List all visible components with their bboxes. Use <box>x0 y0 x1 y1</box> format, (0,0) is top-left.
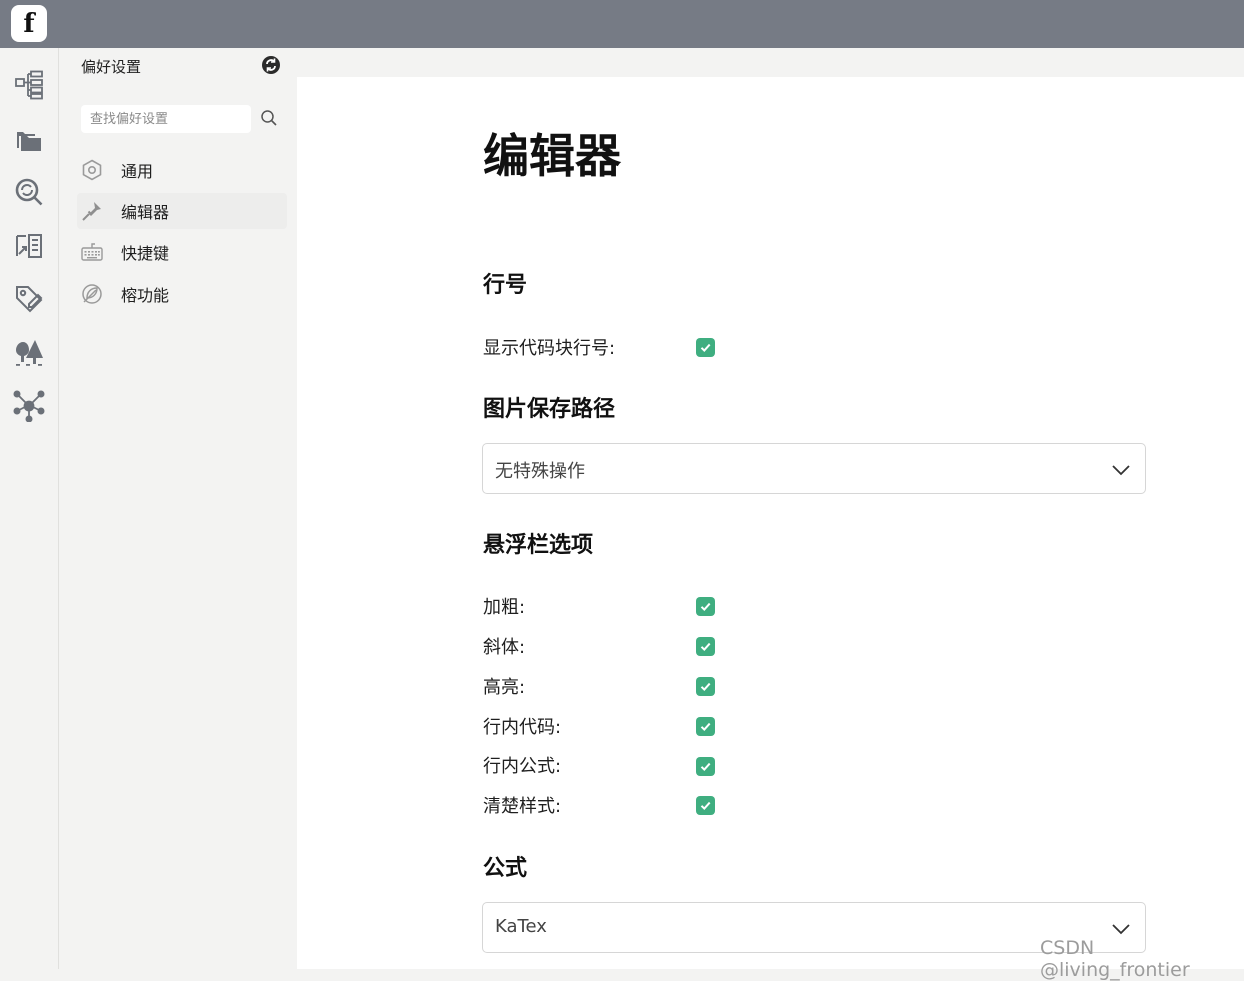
nav-item-label: 快捷键 <box>121 244 170 263</box>
inline-formula-checkbox[interactable] <box>696 757 715 776</box>
nav-item-rong-features[interactable]: 榕功能 <box>77 276 287 312</box>
watermark: CSDN @living_frontier <box>1040 937 1190 981</box>
inline-code-checkbox[interactable] <box>696 717 715 736</box>
check-icon <box>700 682 711 692</box>
page-title: 编辑器 <box>483 129 621 183</box>
nav-item-shortcuts[interactable]: 快捷键 <box>77 234 287 270</box>
sidebar-rail <box>0 48 59 969</box>
keyboard-icon <box>81 243 103 261</box>
option-label: 加粗: <box>483 597 526 618</box>
check-icon <box>700 801 711 811</box>
select-value: KaTex <box>495 916 547 937</box>
app-titlebar: f <box>0 0 1244 48</box>
section-title-line-numbers: 行号 <box>483 273 528 298</box>
option-label: 行内公式: <box>483 756 562 777</box>
check-icon <box>700 343 711 353</box>
section-title-image-path: 图片保存路径 <box>483 397 616 422</box>
pen-nib-icon <box>82 202 101 221</box>
option-label: 行内代码: <box>483 717 562 738</box>
option-label: 斜体: <box>483 637 526 658</box>
option-label: 清楚样式: <box>483 796 562 817</box>
nav-item-editor[interactable]: 编辑器 <box>77 193 287 229</box>
highlight-checkbox[interactable] <box>696 677 715 696</box>
option-label: 显示代码块行号: <box>483 338 616 359</box>
show-code-line-numbers-checkbox[interactable] <box>696 338 715 357</box>
nav-item-label: 榕功能 <box>121 286 170 305</box>
bold-checkbox[interactable] <box>696 597 715 616</box>
document-list-icon[interactable] <box>12 229 46 263</box>
app-logo-letter: f <box>23 8 35 39</box>
hexagon-gear-icon <box>82 159 102 181</box>
editor-settings-content: 编辑器 行号 显示代码块行号: 图片保存路径 无特殊操作 悬浮栏选项 加粗: 斜… <box>297 77 1244 969</box>
italic-checkbox[interactable] <box>696 637 715 656</box>
search-sync-icon[interactable] <box>12 175 46 209</box>
tag-edit-icon[interactable] <box>12 282 46 316</box>
chevron-down-icon <box>1112 924 1130 935</box>
chevron-down-icon <box>1112 465 1130 476</box>
graph-network-icon[interactable] <box>12 389 46 423</box>
nav-item-label: 编辑器 <box>121 203 170 222</box>
check-icon <box>700 762 711 772</box>
nav-item-label: 通用 <box>121 162 154 181</box>
clear-style-checkbox[interactable] <box>696 796 715 815</box>
compass-leaf-icon <box>82 284 102 304</box>
check-icon <box>700 602 711 612</box>
preferences-search-input[interactable] <box>81 105 251 133</box>
content-header-strip <box>297 48 1244 77</box>
search-icon[interactable] <box>260 109 278 127</box>
section-title-formula: 公式 <box>483 856 528 881</box>
check-icon <box>700 722 711 732</box>
reset-icon[interactable] <box>261 55 281 75</box>
option-label: 高亮: <box>483 677 526 698</box>
preferences-panel: 偏好设置 通用 编辑器 快捷键 <box>59 48 297 969</box>
forest-icon[interactable] <box>12 335 46 369</box>
outline-tree-icon[interactable] <box>12 68 46 102</box>
nav-item-general[interactable]: 通用 <box>77 152 287 188</box>
select-value: 无特殊操作 <box>495 461 585 482</box>
section-title-floating-bar: 悬浮栏选项 <box>483 533 594 558</box>
image-save-path-select[interactable]: 无特殊操作 <box>482 443 1146 494</box>
check-icon <box>700 642 711 652</box>
folders-icon[interactable] <box>12 122 46 156</box>
app-logo[interactable]: f <box>11 5 47 42</box>
panel-title: 偏好设置 <box>81 58 142 76</box>
